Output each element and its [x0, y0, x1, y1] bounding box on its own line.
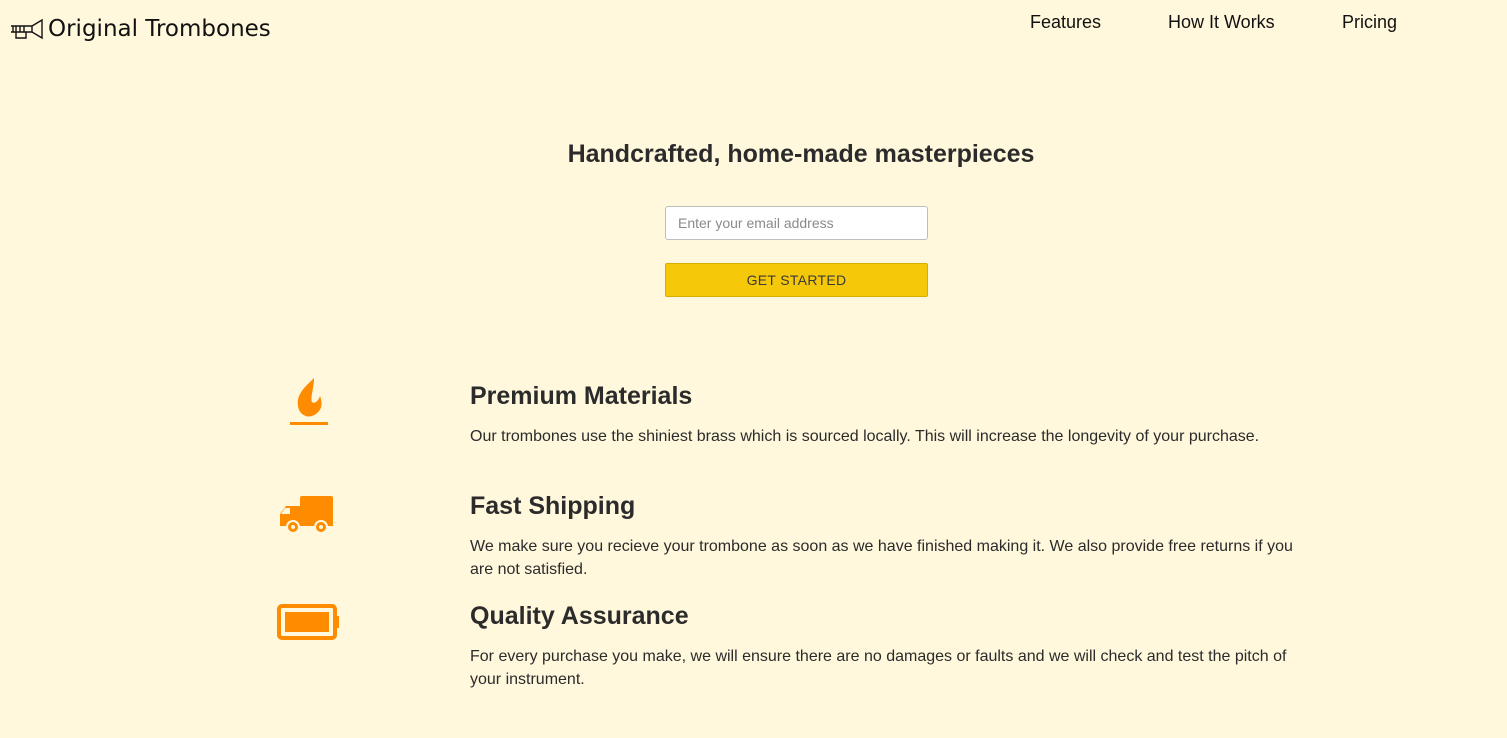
nav-link-pricing[interactable]: Pricing	[1342, 12, 1422, 33]
feature-description: We make sure you recieve your trombone a…	[470, 538, 1293, 578]
truck-icon	[276, 492, 342, 546]
main-nav: Features How It Works Pricing	[1030, 12, 1422, 33]
nav-link-features[interactable]: Features	[1030, 12, 1168, 33]
get-started-button[interactable]: GET STARTED	[665, 263, 928, 297]
feature-description: Our trombones use the shiniest brass whi…	[470, 428, 1260, 445]
nav-link-how-it-works[interactable]: How It Works	[1168, 12, 1342, 33]
header: Original Trombones Features How It Works…	[0, 0, 1507, 60]
trombone-icon	[10, 18, 44, 40]
email-input[interactable]	[665, 206, 928, 240]
brand[interactable]: Original Trombones	[10, 16, 271, 42]
brand-name: Original Trombones	[48, 16, 271, 42]
feature-title: Fast Shipping	[470, 492, 636, 520]
battery-full-icon	[276, 604, 342, 658]
hero-title: Handcrafted, home-made masterpieces	[567, 140, 1035, 168]
feature-description: For every purchase you make, we will ens…	[470, 648, 1287, 688]
fire-icon	[276, 376, 342, 430]
feature-title: Quality Assurance	[470, 602, 689, 630]
landing-page: Original Trombones Features How It Works…	[0, 0, 1507, 738]
feature-title: Premium Materials	[470, 382, 693, 410]
